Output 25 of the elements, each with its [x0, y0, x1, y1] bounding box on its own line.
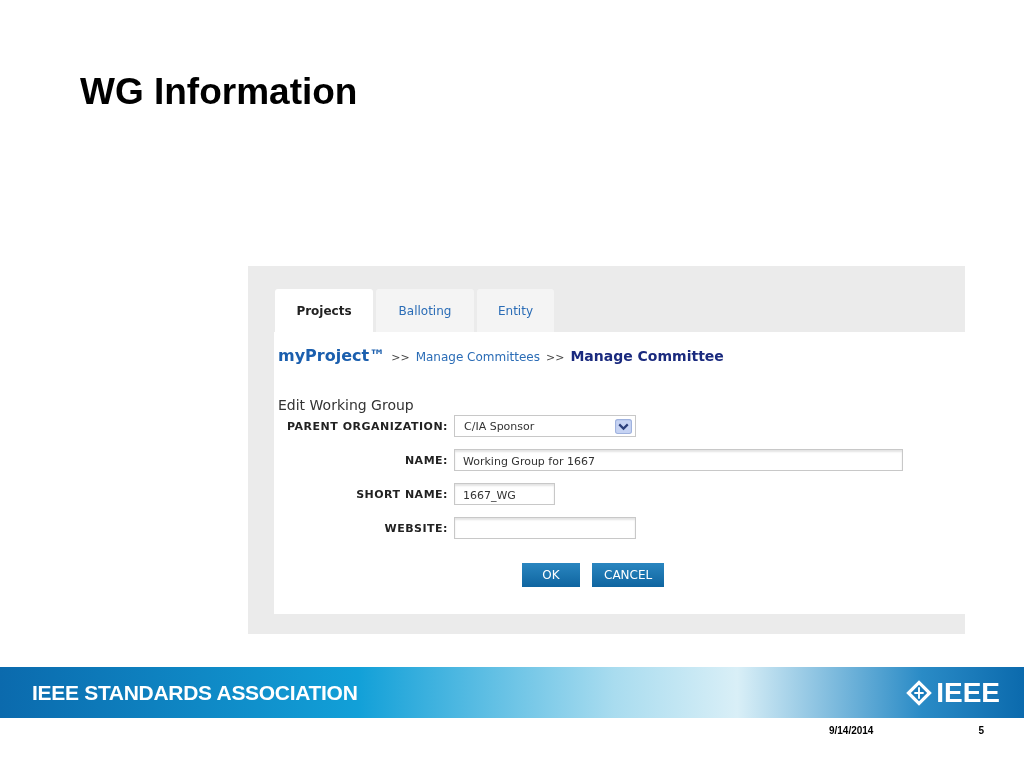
- field-label: PARENT ORGANIZATION:: [287, 419, 448, 433]
- breadcrumb-link[interactable]: Manage Committees: [415, 350, 540, 364]
- breadcrumb-separator: >>: [545, 351, 565, 364]
- input-field[interactable]: [454, 517, 636, 539]
- breadcrumb-separator: >>: [391, 351, 410, 364]
- field-label: WEBSITE:: [384, 521, 448, 535]
- tab[interactable]: Balloting: [376, 289, 474, 332]
- association-name: IEEE STANDARDS ASSOCIATION: [32, 680, 358, 705]
- brand-link[interactable]: myProject™: [278, 346, 386, 365]
- input-field[interactable]: Working Group for 1667: [454, 449, 903, 471]
- ok-button[interactable]: OK: [522, 563, 580, 587]
- field-label: SHORT NAME:: [356, 487, 448, 501]
- dropdown[interactable]: C/IA Sponsor: [454, 415, 636, 437]
- page-number: 5: [978, 725, 984, 736]
- field-label: NAME:: [404, 453, 448, 467]
- tab[interactable]: Projects: [275, 289, 373, 332]
- diamond-logo-icon: [905, 678, 934, 707]
- slide-date: 9/14/2014: [828, 725, 874, 736]
- cancel-button[interactable]: CANCEL: [592, 563, 665, 587]
- form-title: Edit Working Group: [278, 397, 414, 413]
- input-field[interactable]: 1667_WG: [454, 483, 555, 505]
- tab[interactable]: Entity: [477, 289, 554, 332]
- logo-text: IEEE: [936, 676, 1000, 709]
- page-heading: Manage Committee: [570, 348, 724, 364]
- slide-title: WG Information: [80, 70, 358, 114]
